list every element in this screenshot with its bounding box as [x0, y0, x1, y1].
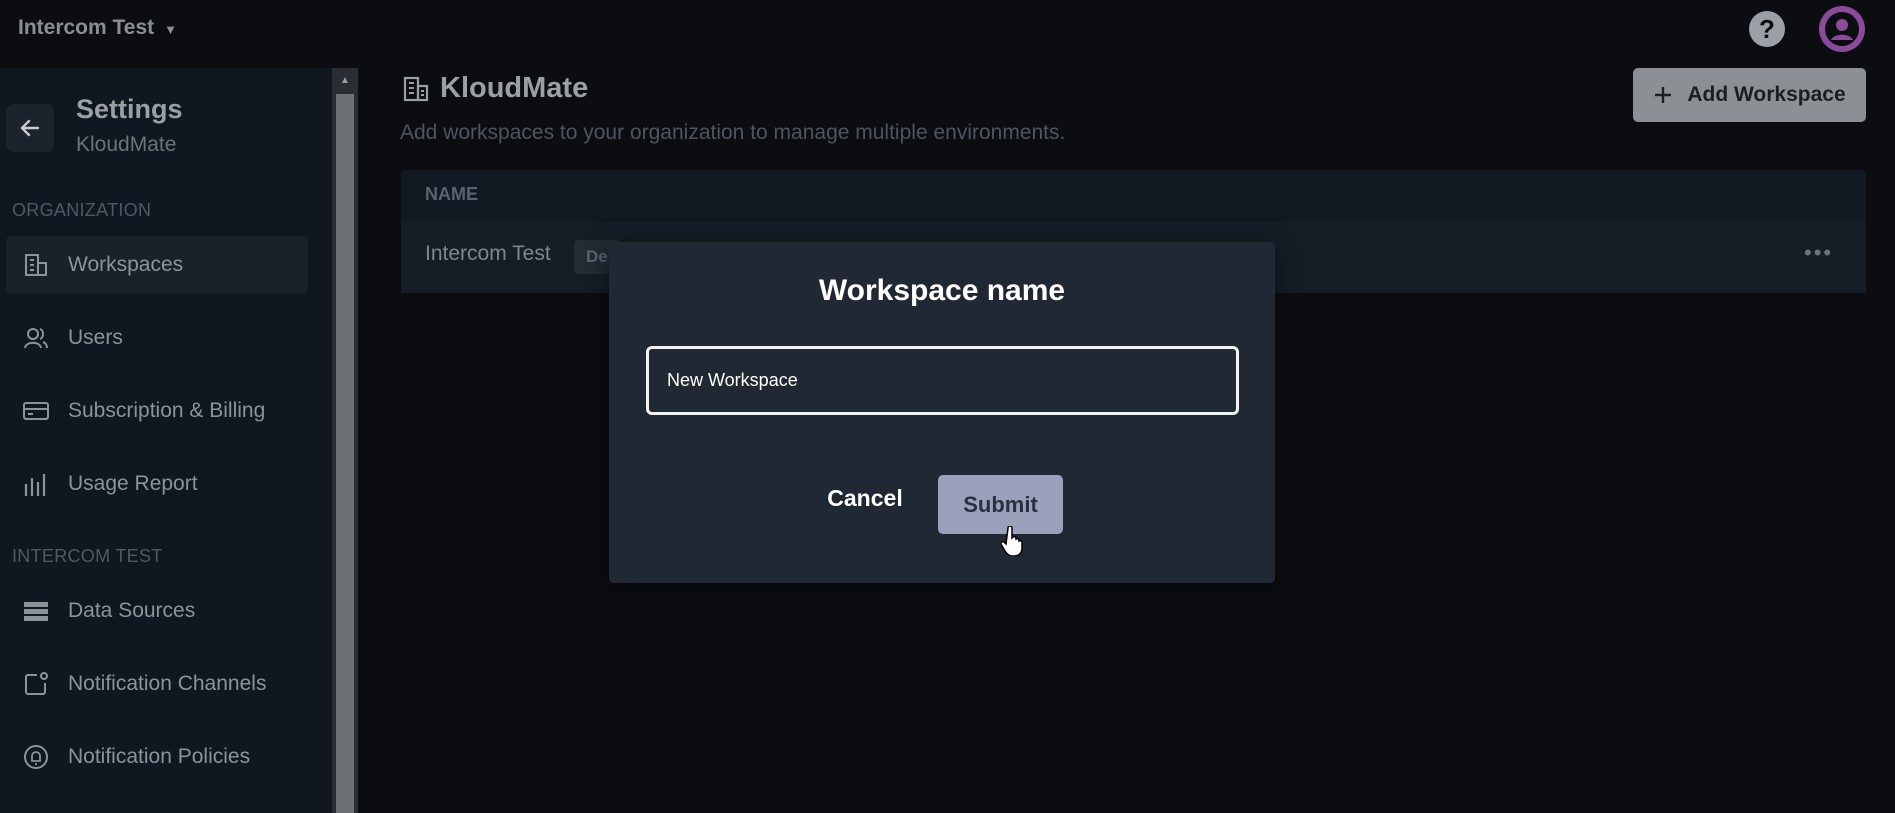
page-title-text: KloudMate [440, 72, 589, 104]
arrow-left-icon [20, 119, 40, 137]
section-heading-intercom-test: INTERCOM TEST [12, 546, 163, 566]
page-title: KloudMate [402, 72, 588, 105]
page-description: Add workspaces to your organization to m… [400, 121, 1066, 144]
add-workspace-button[interactable]: Add Workspace [1633, 68, 1866, 122]
sidebar-scroll-thumb[interactable] [336, 94, 354, 813]
sidebar-item-label: Subscription & Billing [68, 399, 266, 422]
building-icon [403, 76, 429, 101]
server-stack-icon [24, 602, 48, 621]
sidebar-item-label: Workspaces [68, 253, 184, 276]
sidebar-item-notification-policies[interactable]: Notification Policies [6, 728, 308, 786]
users-icon [24, 328, 48, 349]
scroll-up-arrow-icon[interactable]: ▲ [336, 72, 354, 88]
column-header-name: NAME [425, 184, 478, 204]
sidebar-item-label: Notification Policies [68, 745, 251, 768]
sidebar-item-label: Users [68, 326, 123, 349]
bell-icon [24, 745, 48, 769]
back-button[interactable] [6, 104, 54, 152]
org-switcher[interactable]: Intercom Test ▼ [18, 16, 177, 40]
org-name: Intercom Test [18, 16, 155, 39]
sidebar-item-label: Data Sources [68, 599, 196, 622]
sidebar-item-notification-channels[interactable]: Notification Channels [6, 655, 308, 713]
sidebar-item-label: Notification Channels [68, 672, 267, 695]
credit-card-icon [23, 402, 49, 420]
dialog-title: Workspace name [818, 274, 1066, 307]
help-glyph: ? [1759, 13, 1775, 44]
account-circle-icon [1825, 12, 1859, 46]
sidebar-subtitle: KloudMate [76, 133, 177, 156]
section-heading-organization: ORGANIZATION [12, 200, 152, 220]
help-icon[interactable]: ? [1749, 11, 1785, 47]
workspace-name: Intercom Test [425, 242, 551, 265]
workspace-name-dialog: Workspace name Cancel Submit [609, 242, 1275, 583]
user-avatar-icon[interactable] [1819, 6, 1865, 52]
workspace-name-input[interactable] [646, 346, 1239, 415]
bar-chart-icon [24, 474, 46, 496]
top-bar: Intercom Test ▼ ? [0, 0, 1895, 58]
sidebar-item-workspaces[interactable]: Workspaces [6, 236, 308, 294]
sidebar-item-subscription-billing[interactable]: Subscription & Billing [6, 382, 308, 440]
more-options-icon[interactable]: ••• [1804, 240, 1833, 266]
sidebar-item-usage-report[interactable]: Usage Report [6, 455, 308, 513]
notification-channel-icon [25, 672, 48, 695]
building-icon [25, 254, 47, 276]
plus-icon [1655, 87, 1672, 103]
sidebar-item-data-sources[interactable]: Data Sources [6, 582, 308, 640]
sidebar-title: Settings [76, 94, 183, 124]
add-workspace-label: Add Workspace [1687, 83, 1846, 106]
sidebar-item-users[interactable]: Users [6, 309, 308, 367]
hand-pointer-cursor-icon [1000, 525, 1023, 561]
cancel-button[interactable]: Cancel [817, 476, 913, 520]
caret-down-icon: ▼ [164, 22, 178, 37]
sidebar-item-label: Usage Report [68, 472, 198, 495]
